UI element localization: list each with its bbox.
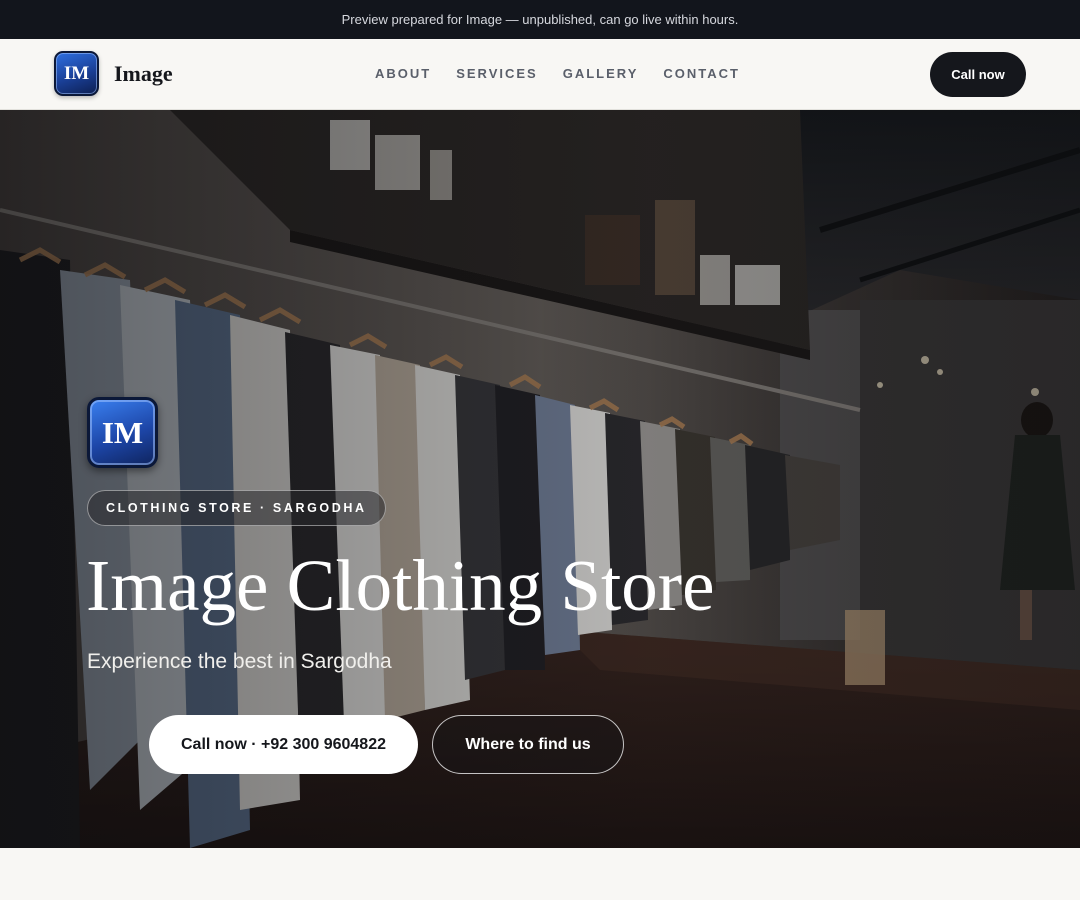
nav-link-gallery[interactable]: GALLERY	[563, 66, 639, 81]
main-nav: ABOUT SERVICES GALLERY CONTACT	[375, 66, 765, 81]
nav-link-contact[interactable]: CONTACT	[663, 66, 740, 81]
call-now-button[interactable]: Call now · +92 300 9604822	[149, 715, 418, 774]
hero-eyebrow-pill: CLOTHING STORE · SARGODHA	[87, 490, 386, 526]
hero-eyebrow-text: CLOTHING STORE · SARGODHA	[106, 501, 367, 515]
logo-badge: IM	[54, 51, 99, 96]
nav-link-about[interactable]: ABOUT	[375, 66, 431, 81]
nav-link-services[interactable]: SERVICES	[456, 66, 538, 81]
where-to-find-us-button[interactable]: Where to find us	[432, 715, 624, 774]
preview-banner-text: Preview prepared for Image — unpublished…	[341, 12, 739, 27]
next-section-start	[0, 848, 1080, 900]
preview-banner: Preview prepared for Image — unpublished…	[0, 0, 1080, 39]
hero-title: Image Clothing Store	[86, 545, 715, 626]
hero-subtitle: Experience the best in Sargodha	[87, 650, 392, 673]
site-header: IM Image ABOUT SERVICES GALLERY CONTACT …	[0, 39, 1080, 110]
header-call-button[interactable]: Call now	[930, 52, 1026, 97]
hero-logo-badge: IM	[87, 397, 158, 468]
brand-name: Image	[114, 60, 173, 86]
hero-section: IM CLOTHING STORE · SARGODHA Image Cloth…	[0, 110, 1080, 848]
brand[interactable]: IM Image	[54, 51, 173, 96]
